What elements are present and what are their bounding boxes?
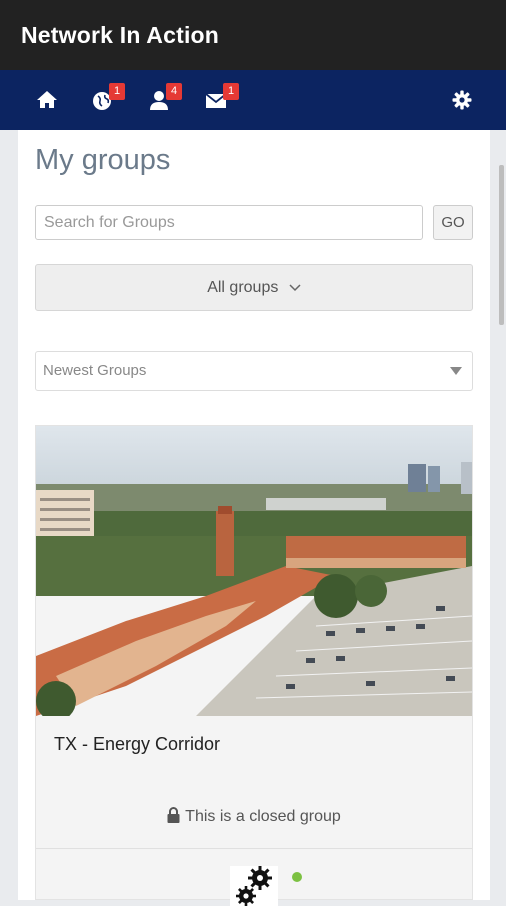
app-title: Network In Action [21,22,220,48]
all-groups-dropdown[interactable]: All groups [35,264,473,311]
group-owner-avatar[interactable] [230,866,278,906]
search-input[interactable] [35,205,423,240]
sort-select-value: Newest Groups [43,362,147,379]
notifications-button[interactable]: 1 [89,83,125,114]
home-icon [37,91,57,108]
online-status-indicator [292,872,302,882]
messages-button[interactable]: 1 [203,83,239,114]
group-card[interactable]: TX - Energy Corridor This is a closed gr… [35,425,473,906]
sort-select[interactable]: Newest Groups [35,351,473,391]
gear-icon [452,90,472,110]
lock-icon [167,807,180,823]
scrollbar[interactable] [499,165,504,325]
home-button[interactable] [33,86,61,114]
page-title: My groups [35,144,171,176]
group-name-link[interactable]: TX - Energy Corridor [54,734,220,755]
settings-button[interactable] [448,86,476,114]
all-groups-label: All groups [207,279,279,296]
closed-group-notice: This is a closed group [36,807,472,826]
groups-panel: My groups GO All groups Newest Groups [18,130,490,906]
gears-icon [236,866,272,906]
closed-group-text: This is a closed group [185,808,341,825]
card-divider [36,848,472,849]
friend-requests-badge: 4 [166,83,182,100]
app-bar: Network In Action [0,0,506,70]
dropdown-arrow-icon [450,367,462,375]
messages-badge: 1 [223,83,239,100]
group-cover-image[interactable] [36,426,472,716]
nav-bar: 1 4 1 [0,70,506,130]
notifications-badge: 1 [109,83,125,100]
friend-requests-button[interactable]: 4 [146,83,182,114]
go-button[interactable]: GO [433,205,473,240]
chevron-down-icon [289,284,301,291]
